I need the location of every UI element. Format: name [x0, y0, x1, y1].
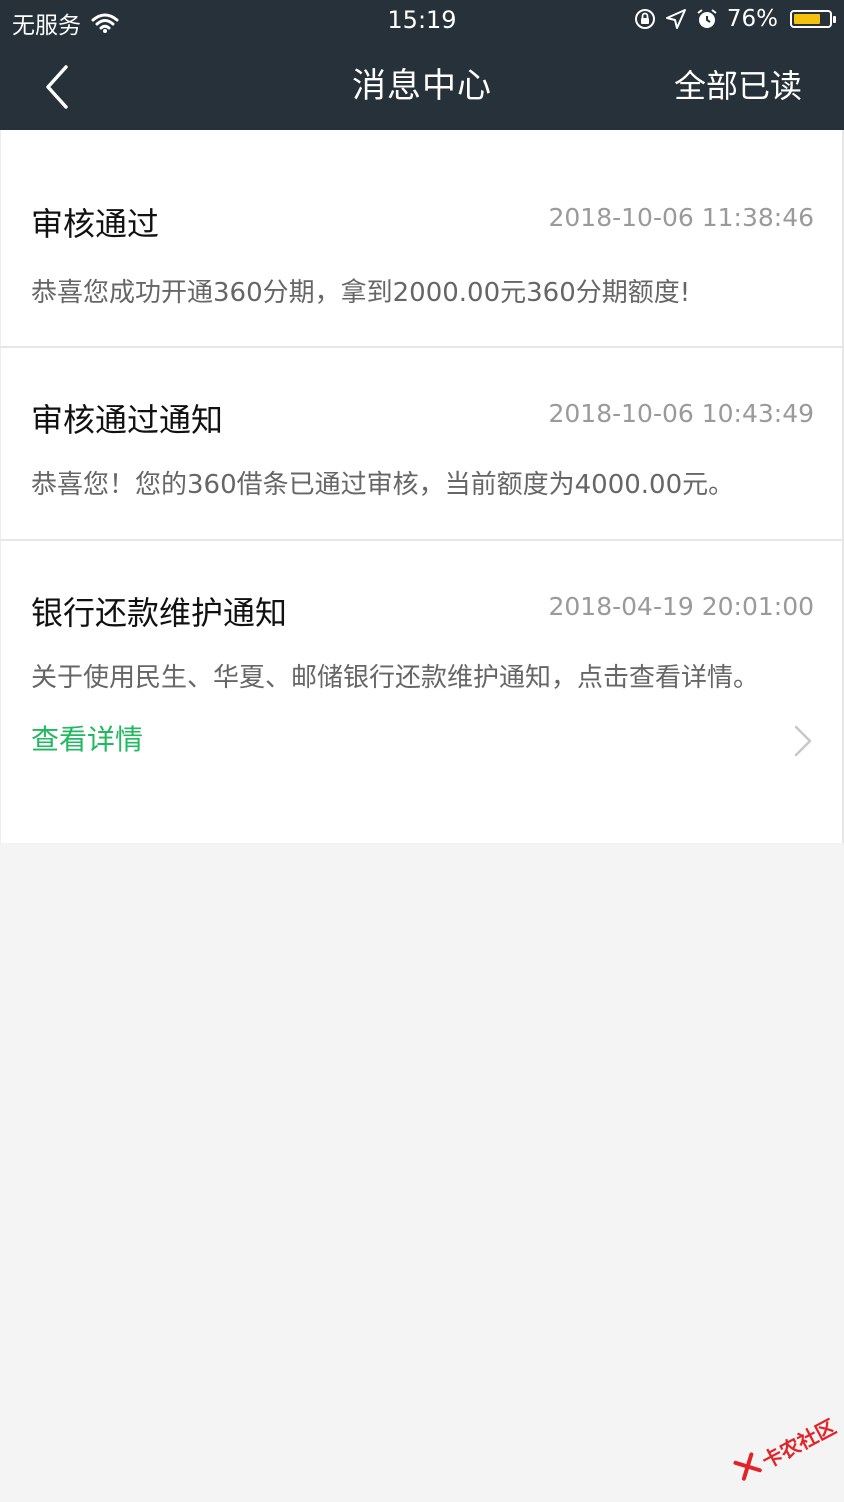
app-header: 无服务 15:19 76% 消息中心 全部已读 — [0, 0, 844, 130]
message-card[interactable]: 银行还款维护通知 2018-04-19 20:01:00 关于使用民生、华夏、邮… — [0, 541, 844, 843]
message-header: 审核通过通知 2018-10-06 10:43:49 — [31, 398, 814, 442]
message-body: 关于使用民生、华夏、邮储银行还款维护通知，点击查看详情。 — [31, 663, 760, 693]
watermark: 卡农社区 — [727, 1406, 842, 1502]
message-list: 审核通过 2018-10-06 11:38:46 恭喜您成功开通360分期，拿到… — [0, 130, 844, 843]
message-title: 审核通过 — [31, 205, 160, 243]
message-card[interactable]: 审核通过通知 2018-10-06 10:43:49 恭喜您！您的360借条已通… — [0, 348, 844, 541]
battery-level — [794, 14, 820, 24]
status-right: 76% — [633, 6, 836, 32]
message-time: 2018-10-06 11:38:46 — [548, 203, 814, 232]
status-bar: 无服务 15:19 76% — [0, 0, 844, 44]
message-title: 审核通过通知 — [31, 401, 224, 439]
message-time: 2018-10-06 10:43:49 — [548, 399, 814, 428]
watermark-text: 卡农社区 — [758, 1414, 840, 1474]
message-body: 恭喜您！您的360借条已通过审核，当前额度为4000.00元。 — [31, 470, 735, 500]
message-card[interactable]: 审核通过 2018-10-06 11:38:46 恭喜您成功开通360分期，拿到… — [0, 130, 844, 348]
message-body: 恭喜您成功开通360分期，拿到2000.00元360分期额度! — [31, 278, 691, 308]
location-arrow-icon — [665, 9, 686, 29]
message-header: 审核通过 2018-10-06 11:38:46 — [31, 202, 814, 246]
alarm-icon — [697, 9, 717, 28]
message-title: 银行还款维护通知 — [31, 594, 288, 632]
mark-all-read-button[interactable]: 全部已读 — [674, 64, 802, 108]
chevron-right-icon — [794, 725, 812, 757]
orientation-lock-icon — [634, 9, 655, 29]
view-details-row[interactable]: 查看详情 — [31, 715, 814, 771]
view-details-link[interactable]: 查看详情 — [31, 719, 143, 761]
nav-bar: 消息中心 全部已读 — [0, 44, 844, 130]
message-time: 2018-04-19 20:01:00 — [548, 592, 814, 621]
message-header: 银行还款维护通知 2018-04-19 20:01:00 — [31, 591, 814, 635]
battery-percent: 76% — [726, 6, 778, 32]
battery-icon — [790, 10, 836, 28]
